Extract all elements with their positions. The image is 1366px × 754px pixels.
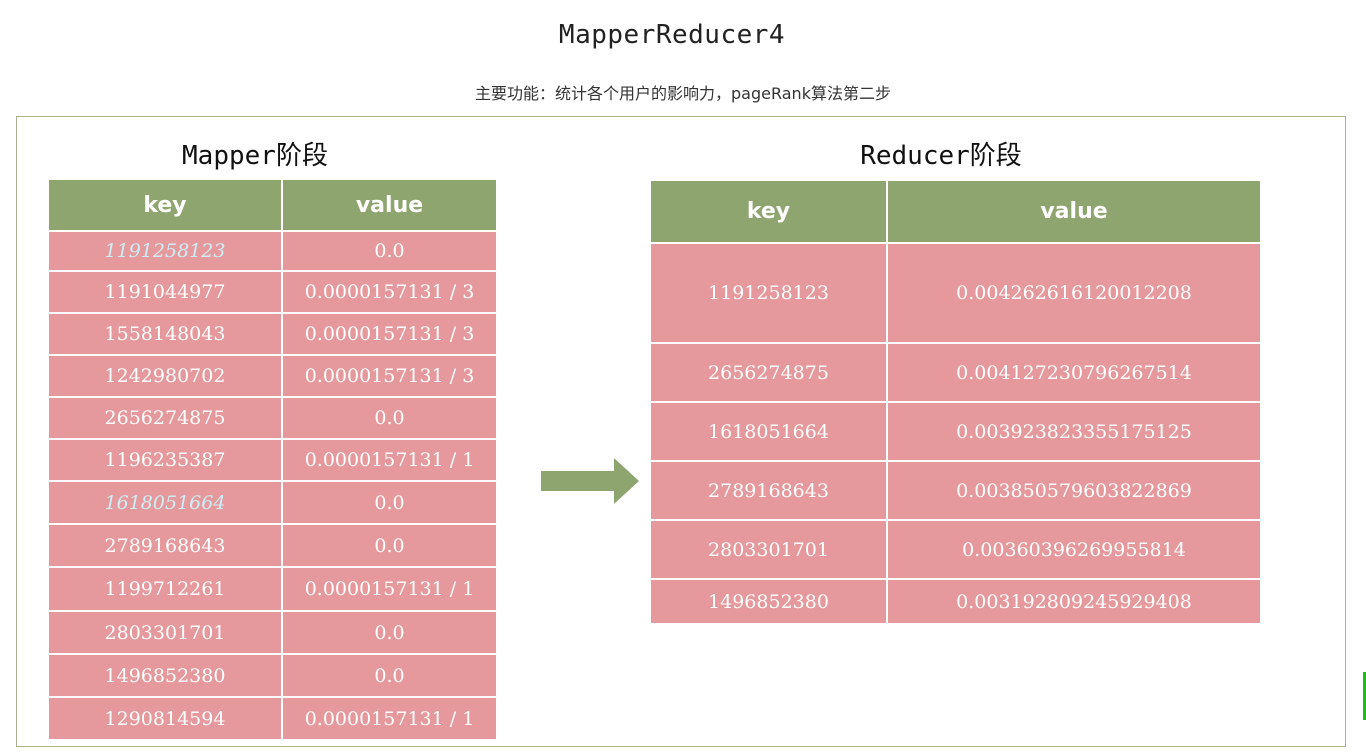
reducer-heading: Reducer阶段 (860, 141, 1022, 171)
reducer-value-cell: 0.003192809245929408 (886, 578, 1262, 625)
mapper-value-cell: 0.0 (281, 653, 498, 698)
reducer-value-header: value (886, 179, 1262, 244)
mapper-row: 2803301701 0.0 (47, 610, 498, 655)
reducer-key-cell: 2803301701 (649, 519, 888, 580)
mapper-value-header: value (281, 178, 498, 232)
mapper-value-cell: 0.0000157131 / 1 (281, 438, 498, 482)
mapper-table: key value 1191258123 0.0 1191044977 0.00001… (47, 178, 498, 741)
reducer-key-cell: 2656274875 (649, 342, 888, 403)
reducer-value-cell: 0.004262616120012208 (886, 242, 1262, 344)
mapper-row: 1199712261 0.0000157131 / 1 (47, 566, 498, 612)
mapper-heading: Mapper阶段 (182, 141, 328, 171)
mapper-key-cell: 1558148043 (47, 312, 283, 356)
mapper-row: 1242980702 0.0000157131 / 3 (47, 354, 498, 398)
mapper-key-cell: 1618051664 (47, 480, 283, 525)
reducer-value-cell: 0.003850579603822869 (886, 460, 1262, 521)
reducer-header-row: key value (649, 179, 1262, 244)
mapper-value-cell: 0.0000157131 / 3 (281, 354, 498, 398)
mapper-key-cell: 1242980702 (47, 354, 283, 398)
reducer-key-header: key (649, 179, 888, 244)
mapper-row: 1191044977 0.0000157131 / 3 (47, 270, 498, 314)
reducer-value-cell: 0.003923823355175125 (886, 401, 1262, 462)
reducer-row: 2656274875 0.004127230796267514 (649, 342, 1262, 403)
mapper-row: 2789168643 0.0 (47, 523, 498, 568)
reducer-key-cell: 1496852380 (649, 578, 888, 625)
mapper-key-cell: 1290814594 (47, 696, 283, 741)
reducer-value-cell: 0.00360396269955814 (886, 519, 1262, 580)
page-subtitle: 主要功能：统计各个用户的影响力，pageRank算法第二步 (475, 84, 891, 103)
mapper-header-row: key value (47, 178, 498, 232)
mapper-key-cell: 1496852380 (47, 653, 283, 698)
mapper-value-cell: 0.0000157131 / 3 (281, 312, 498, 356)
mapper-key-header: key (47, 178, 283, 232)
page-title: MapperReducer4 (558, 20, 786, 50)
mapper-value-cell: 0.0 (281, 230, 498, 272)
reducer-value-cell: 0.004127230796267514 (886, 342, 1262, 403)
mapper-key-cell: 1191044977 (47, 270, 283, 314)
reducer-row: 1191258123 0.004262616120012208 (649, 242, 1262, 344)
reducer-row: 2803301701 0.00360396269955814 (649, 519, 1262, 580)
mapper-row: 1196235387 0.0000157131 / 1 (47, 438, 498, 482)
mapper-key-cell: 2789168643 (47, 523, 283, 568)
mapper-value-cell: 0.0000157131 / 1 (281, 566, 498, 612)
mapper-row: 1191258123 0.0 (47, 230, 498, 272)
mapper-row: 1496852380 0.0 (47, 653, 498, 698)
mapper-key-cell: 1191258123 (47, 230, 283, 272)
mapper-key-cell: 2803301701 (47, 610, 283, 655)
arrow-right-icon (541, 458, 639, 504)
mapper-key-cell: 1196235387 (47, 438, 283, 482)
mapper-key-cell: 1199712261 (47, 566, 283, 612)
reducer-row: 1496852380 0.003192809245929408 (649, 578, 1262, 625)
mapper-value-cell: 0.0000157131 / 3 (281, 270, 498, 314)
reducer-row: 1618051664 0.003923823355175125 (649, 401, 1262, 462)
mapper-row: 2656274875 0.0 (47, 396, 498, 440)
mapper-row: 1558148043 0.0000157131 / 3 (47, 312, 498, 356)
mapper-row: 1290814594 0.0000157131 / 1 (47, 696, 498, 741)
mapper-key-cell: 2656274875 (47, 396, 283, 440)
reducer-key-cell: 1191258123 (649, 242, 888, 344)
reducer-key-cell: 2789168643 (649, 460, 888, 521)
reducer-row: 2789168643 0.003850579603822869 (649, 460, 1262, 521)
mapper-value-cell: 0.0 (281, 523, 498, 568)
mapper-value-cell: 0.0 (281, 480, 498, 525)
mapper-row: 1618051664 0.0 (47, 480, 498, 525)
reducer-key-cell: 1618051664 (649, 401, 888, 462)
mapper-value-cell: 0.0000157131 / 1 (281, 696, 498, 741)
reducer-table: key value 1191258123 0.004262616120012208… (649, 179, 1262, 625)
mapper-value-cell: 0.0 (281, 396, 498, 440)
mapper-value-cell: 0.0 (281, 610, 498, 655)
